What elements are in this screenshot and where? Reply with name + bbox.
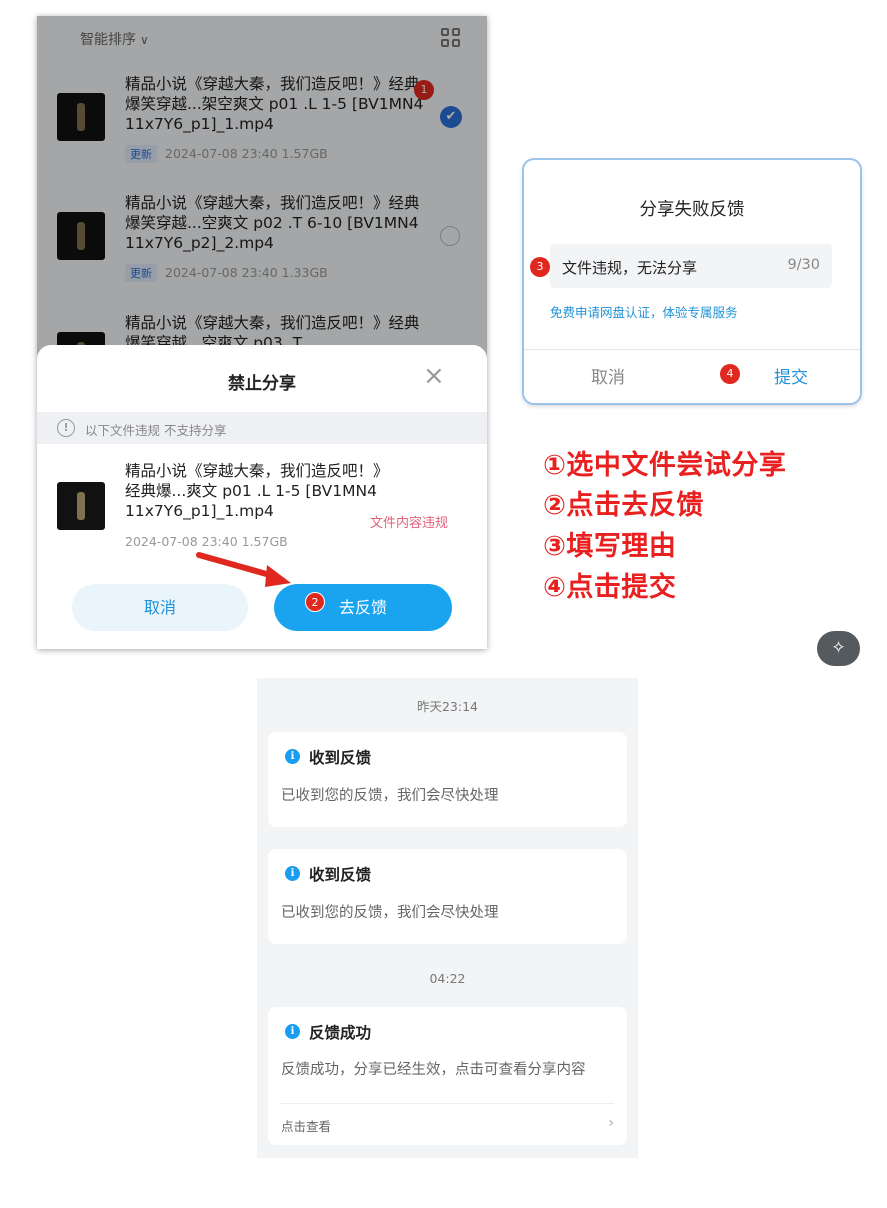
close-icon[interactable]: ×	[423, 363, 445, 389]
timestamp: 昨天23:14	[416, 699, 479, 714]
reason-input[interactable]: 文件违规，无法分享 9/30	[550, 244, 832, 288]
card-title: 反馈成功	[309, 1024, 372, 1042]
file-list-panel: 智能排序 ∨ 精品小说《穿越大秦，我们造反吧！》经典爆笑穿越...架空爽文 p01…	[37, 16, 487, 649]
divider	[281, 1103, 614, 1104]
dialog-title: 禁止分享	[228, 374, 296, 394]
submit-button[interactable]: 提交	[692, 363, 860, 388]
video-thumbnail	[57, 482, 105, 530]
card-title: 收到反馈	[309, 866, 372, 884]
info-icon: i	[285, 1024, 300, 1039]
card-title: 收到反馈	[309, 749, 372, 767]
share-blocked-dialog: 禁止分享 × ! 以下文件违规 不支持分享 精品小说《穿越大秦，我们造反吧！》经…	[37, 345, 487, 649]
card-body: 已收到您的反馈，我们会尽快处理	[281, 905, 499, 921]
exclamation-circle-icon: !	[57, 419, 75, 437]
instruction-step-1: ①选中文件尝试分享	[543, 450, 787, 481]
violation-label: 文件内容违规	[370, 516, 449, 531]
cancel-button[interactable]: 取消	[524, 363, 692, 388]
message-list: 昨天23:14 i 收到反馈 已收到您的反馈，我们会尽快处理 i 收到反馈 已收…	[257, 678, 638, 1158]
magic-wand-icon[interactable]: ✧	[817, 631, 860, 666]
notice-text: 以下文件违规 不支持分享	[85, 423, 227, 438]
divider	[524, 349, 860, 350]
cancel-button[interactable]: 取消	[72, 584, 248, 631]
file-name: 精品小说《穿越大秦，我们造反吧！》经典爆...爽文 p01 .L 1-5 [BV…	[125, 462, 381, 520]
card-body: 反馈成功，分享已经生效，点击可查看分享内容	[281, 1062, 586, 1078]
go-feedback-button[interactable]: 去反馈	[274, 584, 452, 631]
instruction-step-3: ③填写理由	[543, 531, 677, 562]
reason-input-value: 文件违规，无法分享	[562, 259, 698, 277]
instruction-step-2: ②点击去反馈	[543, 490, 704, 521]
info-icon: i	[285, 749, 300, 764]
feedback-dialog: 分享失败反馈 文件违规，无法分享 9/30 3 免费申请网盘认证，体验专属服务 …	[524, 160, 860, 403]
step-marker: 3	[530, 257, 550, 277]
chevron-right-icon: ›	[608, 1115, 614, 1131]
step-marker: 2	[305, 592, 325, 612]
dialog-title: 分享失败反馈	[639, 200, 745, 220]
char-counter: 9/30	[787, 257, 820, 273]
file-meta: 2024-07-08 23:40 1.57GB	[125, 534, 288, 549]
view-link[interactable]: 点击查看	[281, 1116, 331, 1135]
info-icon: i	[285, 866, 300, 881]
timestamp: 04:22	[429, 971, 466, 986]
instruction-step-4: ④点击提交	[543, 572, 677, 603]
card-body: 已收到您的反馈，我们会尽快处理	[281, 788, 499, 804]
violation-notice: ! 以下文件违规 不支持分享	[37, 412, 487, 444]
message-card[interactable]: i 反馈成功 反馈成功，分享已经生效，点击可查看分享内容 点击查看 ›	[268, 1007, 627, 1145]
red-arrow-icon	[196, 552, 291, 587]
message-card[interactable]: i 收到反馈 已收到您的反馈，我们会尽快处理	[268, 732, 627, 827]
certification-link[interactable]: 免费申请网盘认证，体验专属服务	[550, 302, 738, 321]
message-card[interactable]: i 收到反馈 已收到您的反馈，我们会尽快处理	[268, 849, 627, 944]
